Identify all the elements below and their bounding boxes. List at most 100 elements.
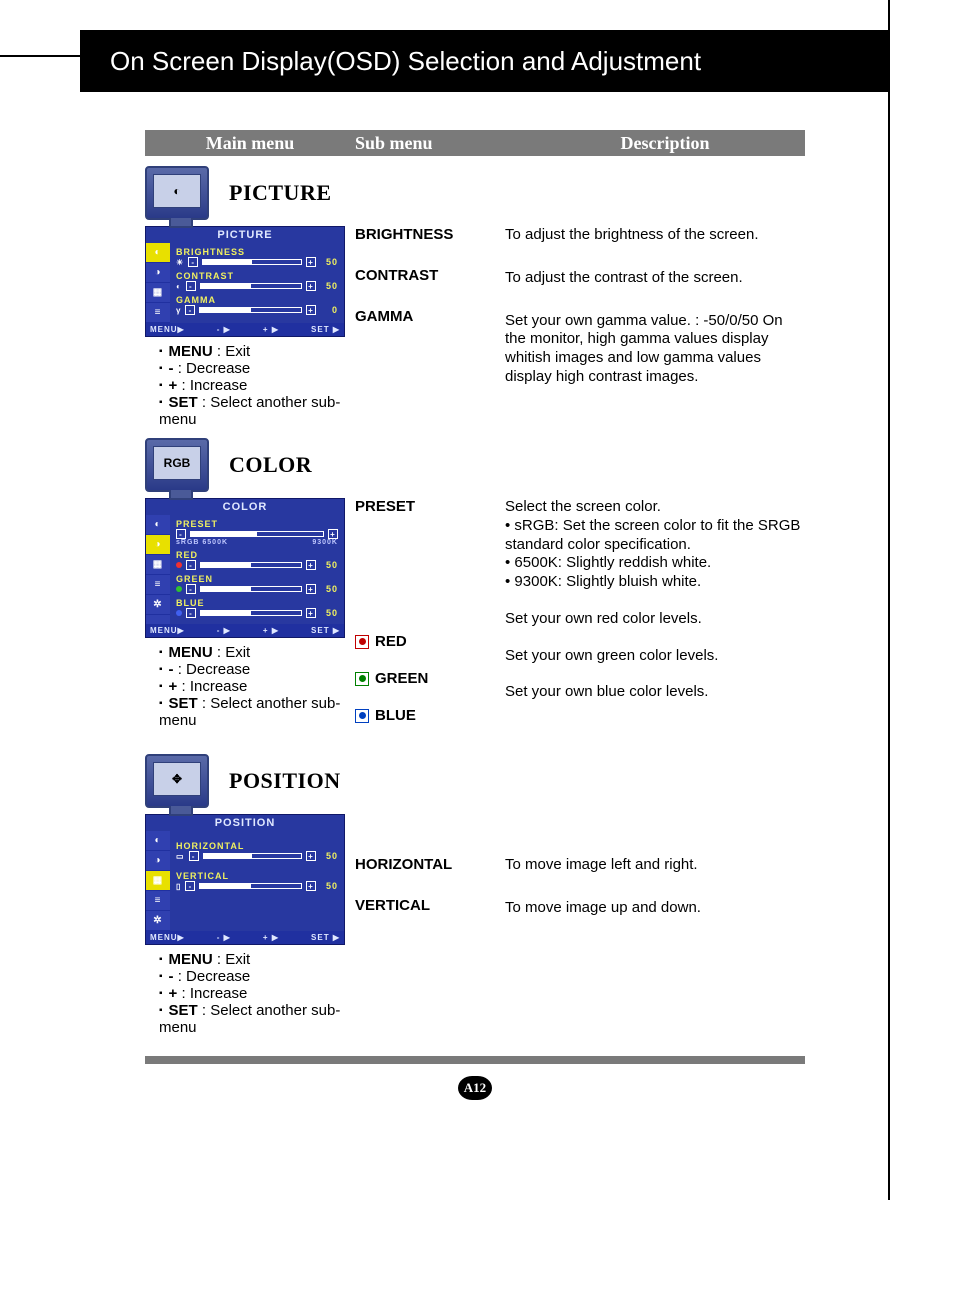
footer-bar (145, 1056, 805, 1064)
osd-item-label: CONTRAST (176, 271, 338, 281)
osd-item-value: 50 (320, 881, 338, 891)
picture-icon: ◐ (145, 166, 209, 220)
desc-blue: Set your own blue color levels. (505, 683, 805, 702)
minus-icon: - (186, 584, 196, 594)
legend-set: SET (169, 695, 198, 712)
plus-icon: + (306, 560, 316, 570)
plus-icon: + (306, 608, 316, 618)
osd-footer: MENU▶ - ▶ + ▶ SET ▶ (146, 624, 344, 637)
header-main: Main menu (145, 133, 355, 154)
plus-icon: + (306, 851, 316, 861)
osd-footer-menu: MENU▶ (150, 626, 185, 635)
osd-item-value: 50 (320, 257, 338, 267)
osd-color-title: COLOR (146, 499, 344, 515)
osd-item-value: 50 (320, 560, 338, 570)
osd-tab-icon: ▦ (146, 555, 170, 575)
sub-horizontal: HORIZONTAL (355, 856, 505, 873)
osd-item-label: GAMMA (176, 295, 338, 305)
osd-footer-set: SET ▶ (311, 933, 340, 942)
section-picture: ◐ PICTURE PICTURE ◐ ◑ ▦ ≡ BRIGHTNESS (145, 166, 805, 428)
osd-tab-icon: ◐ (146, 515, 170, 535)
legend-picture: MENU : Exit - : Decrease + : Increase SE… (145, 343, 355, 428)
sub-green: GREEN (355, 670, 505, 687)
osd-footer: MENU▶ - ▶ + ▶ SET ▶ (146, 323, 344, 336)
plus-icon: + (306, 281, 316, 291)
section-color: RGB COLOR COLOR ◐ ◑ ▦ ≡ ✲ (145, 438, 805, 744)
sub-contrast: CONTRAST (355, 267, 505, 284)
sub-vertical: VERTICAL (355, 897, 505, 914)
plus-icon: + (306, 257, 316, 267)
osd-sidebar: ◐ ◑ ▦ ≡ ✲ (146, 515, 170, 624)
osd-footer-minus: - ▶ (217, 325, 231, 334)
section-title-picture: PICTURE (229, 180, 332, 206)
desc-preset: Select the screen color. • sRGB: Set the… (505, 498, 805, 592)
osd-footer-plus: + ▶ (263, 933, 279, 942)
osd-tab-icon: ≡ (146, 891, 170, 911)
page-number-badge: A12 (458, 1076, 492, 1100)
desc-contrast: To adjust the contrast of the screen. (505, 269, 805, 288)
osd-footer-menu: MENU▶ (150, 325, 185, 334)
osd-sidebar: ◐ ◑ ▦ ≡ ✲ (146, 831, 170, 931)
osd-picture: PICTURE ◐ ◑ ▦ ≡ BRIGHTNESS ☀-+50 CONTRAS… (145, 226, 345, 337)
legend-text: : Exit (213, 951, 251, 968)
osd-footer-set: SET ▶ (311, 626, 340, 635)
osd-item-label: RED (176, 550, 338, 560)
legend-menu: MENU (169, 951, 213, 968)
osd-tab-icon: ◑ (146, 851, 170, 871)
sub-blue: BLUE (355, 707, 505, 724)
osd-tab-icon: ✲ (146, 911, 170, 931)
osd-item-value: 50 (320, 608, 338, 618)
section-position: ✥ POSITION POSITION ◐ ◑ ▦ ≡ ✲ (145, 754, 805, 1036)
osd-tab-icon: ◑ (146, 263, 170, 283)
minus-icon: - (176, 529, 186, 539)
desc-gamma: Set your own gamma value. : -50/0/50 On … (505, 312, 805, 387)
osd-item-label: BRIGHTNESS (176, 247, 338, 257)
legend-text: : Exit (213, 343, 251, 360)
osd-tab-icon: ◑ (146, 535, 170, 555)
minus-icon: - (185, 305, 195, 315)
legend-text: : Decrease (178, 661, 251, 678)
desc-vertical: To move image up and down. (505, 899, 805, 918)
legend-menu: MENU (169, 343, 213, 360)
desc-horizontal: To move image left and right. (505, 856, 805, 875)
osd-color: COLOR ◐ ◑ ▦ ≡ ✲ PRESET -+ sRGB 650 (145, 498, 345, 638)
osd-footer-minus: - ▶ (217, 626, 231, 635)
osd-item-label: GREEN (176, 574, 338, 584)
minus-icon: - (189, 851, 199, 861)
minus-icon: - (186, 560, 196, 570)
sub-brightness: BRIGHTNESS (355, 226, 505, 243)
minus-icon: - (186, 608, 196, 618)
header-desc: Description (535, 133, 795, 154)
osd-footer-menu: MENU▶ (150, 933, 185, 942)
legend-text: : Decrease (178, 968, 251, 985)
minus-icon: - (188, 257, 198, 267)
page-title: On Screen Display(OSD) Selection and Adj… (80, 30, 890, 92)
osd-item-value: 50 (320, 851, 338, 861)
osd-tab-icon: ◐ (146, 831, 170, 851)
legend-set: SET (169, 1002, 198, 1019)
osd-item-value: 50 (320, 281, 338, 291)
legend-position: MENU : Exit - : Decrease + : Increase SE… (145, 951, 355, 1036)
osd-tab-icon: ≡ (146, 575, 170, 595)
table-header: Main menu Sub menu Description (145, 130, 805, 156)
osd-item-label: BLUE (176, 598, 338, 608)
osd-tab-icon: ≡ (146, 303, 170, 323)
section-title-position: POSITION (229, 768, 341, 794)
minus-icon: - (185, 881, 195, 891)
legend-text: : Increase (181, 678, 247, 695)
header-sub: Sub menu (355, 133, 535, 154)
osd-footer-plus: + ▶ (263, 325, 279, 334)
sub-gamma: GAMMA (355, 308, 505, 325)
position-icon: ✥ (145, 754, 209, 808)
osd-preset-right: 9300K (312, 539, 338, 546)
minus-icon: - (186, 281, 196, 291)
osd-tab-icon: ✲ (146, 595, 170, 615)
desc-green: Set your own green color levels. (505, 647, 805, 666)
osd-item-value: 50 (320, 584, 338, 594)
section-title-color: COLOR (229, 452, 312, 478)
osd-footer: MENU▶ - ▶ + ▶ SET ▶ (146, 931, 344, 944)
osd-footer-minus: - ▶ (217, 933, 231, 942)
legend-color: MENU : Exit - : Decrease + : Increase SE… (145, 644, 355, 729)
legend-text: : Increase (181, 985, 247, 1002)
plus-icon: + (306, 305, 316, 315)
